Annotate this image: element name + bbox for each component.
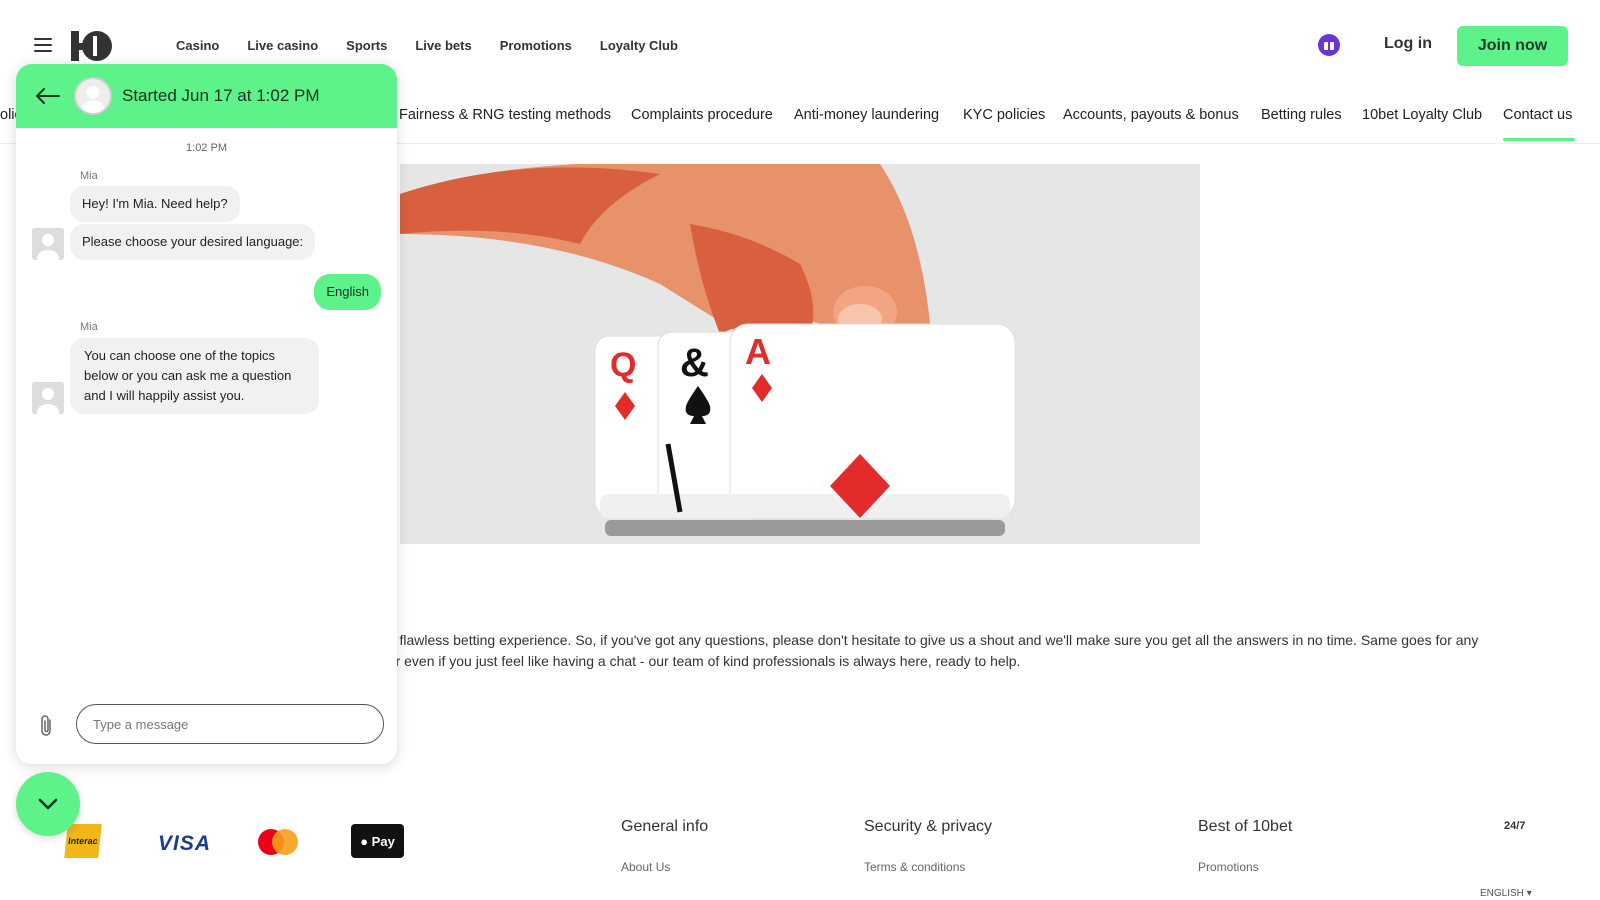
chat-title: Started Jun 17 at 1:02 PM — [122, 86, 320, 105]
payment-methods: Interac VISA ● Pay — [60, 820, 420, 900]
tab-accounts[interactable]: Accounts, payouts & bonus — [1063, 107, 1239, 123]
nav-loyalty-club[interactable]: Loyalty Club — [600, 38, 678, 53]
description-line-1: nd flawless betting experience. So, if y… — [380, 632, 1479, 648]
main-nav: Casino Live casino Sports Live bets Prom… — [176, 38, 706, 53]
agent-avatar — [74, 77, 112, 115]
chat-minimize-button[interactable] — [16, 772, 80, 836]
footer-link-about-us[interactable]: About Us — [621, 860, 708, 874]
nav-casino[interactable]: Casino — [176, 38, 219, 53]
back-arrow-icon[interactable] — [34, 87, 60, 105]
agent-message: Please choose your desired language: — [70, 224, 316, 260]
join-now-button[interactable]: Join now — [1457, 26, 1568, 66]
hero-cards-illustration: Q & A — [400, 164, 1200, 544]
tab-aml[interactable]: Anti-money laundering — [794, 107, 939, 123]
active-tab-indicator — [1503, 138, 1575, 141]
footer-best-of: Best of 10bet Promotions — [1198, 818, 1292, 874]
mastercard-logo — [258, 829, 298, 855]
paperclip-icon[interactable] — [40, 714, 54, 738]
gift-icon[interactable] — [1318, 34, 1340, 56]
tab-contact-us[interactable]: Contact us — [1503, 107, 1572, 123]
tab-betting-rules[interactable]: Betting rules — [1261, 107, 1342, 123]
tab-kyc[interactable]: KYC policies — [963, 107, 1045, 123]
agent-mini-avatar — [32, 382, 64, 414]
agent-message: You can choose one of the topics below o… — [70, 338, 320, 414]
chevron-down-icon: ▾ — [1526, 888, 1532, 899]
nav-live-bets[interactable]: Live bets — [415, 38, 471, 53]
agent-mini-avatar — [32, 228, 64, 260]
chat-header: Started Jun 17 at 1:02 PM — [16, 64, 397, 128]
tab-complaints[interactable]: Complaints procedure — [631, 107, 773, 123]
support-247-badge: 24/7 — [1504, 820, 1526, 832]
svg-text:A: A — [745, 331, 771, 372]
footer-security-privacy: Security & privacy Terms & conditions — [864, 818, 992, 874]
footer-heading: General info — [621, 818, 709, 835]
nav-sports[interactable]: Sports — [346, 38, 387, 53]
message-input[interactable] — [76, 704, 384, 744]
language-selector[interactable]: ENGLISH ▾ — [1480, 888, 1532, 899]
nav-promotions[interactable]: Promotions — [500, 38, 572, 53]
chat-widget: Started Jun 17 at 1:02 PM 1:02 PM Mia He… — [16, 64, 397, 764]
agent-message: Hey! I'm Mia. Need help? — [70, 186, 240, 222]
footer-heading: Security & privacy — [864, 818, 993, 835]
svg-text:Q: Q — [610, 346, 636, 384]
menu-icon[interactable] — [34, 38, 52, 52]
brand-logo[interactable] — [71, 30, 113, 62]
apple-icon: ● — [360, 833, 369, 849]
contact-description: nd flawless betting experience. So, if y… — [380, 630, 1580, 672]
footer-heading: Best of 10bet — [1198, 818, 1293, 835]
footer-link-terms[interactable]: Terms & conditions — [864, 860, 992, 874]
description-line-2: , or even if you just feel like having a… — [380, 653, 1021, 669]
chat-timestamp: 1:02 PM — [186, 142, 227, 154]
login-button[interactable]: Log in — [1384, 35, 1432, 53]
footer-link-promotions[interactable]: Promotions — [1198, 860, 1292, 874]
sender-name: Mia — [80, 170, 98, 182]
interac-logo: Interac — [64, 824, 102, 858]
sender-name: Mia — [80, 321, 98, 333]
tab-loyalty[interactable]: 10bet Loyalty Club — [1362, 107, 1482, 123]
svg-text:&: & — [680, 341, 709, 385]
nav-live-casino[interactable]: Live casino — [247, 38, 318, 53]
tab-fairness[interactable]: Fairness & RNG testing methods — [399, 107, 611, 123]
user-message: English — [314, 274, 381, 310]
footer-general-info: General info About Us — [621, 818, 708, 874]
apple-pay-logo: ● Pay — [351, 824, 404, 858]
chat-composer — [16, 704, 397, 754]
visa-logo: VISA — [158, 832, 212, 855]
chevron-down-icon — [38, 798, 58, 810]
